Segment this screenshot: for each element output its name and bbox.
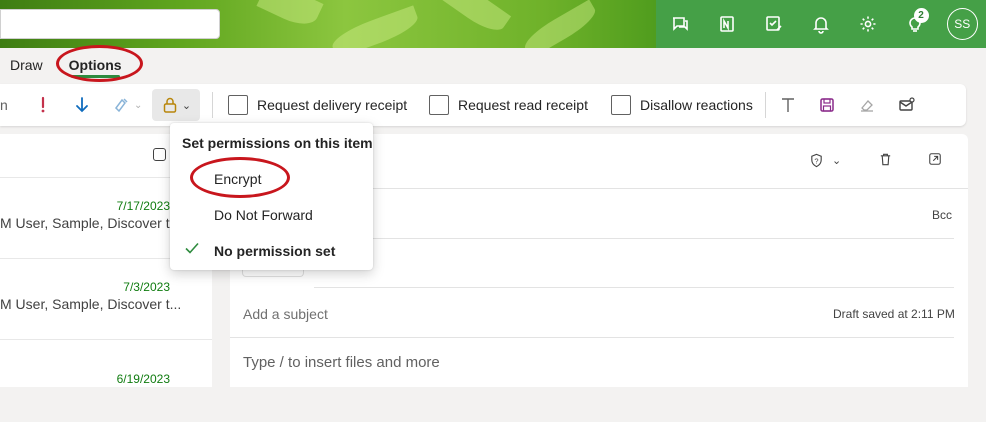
search-input[interactable] [0,9,220,39]
chevron-down-icon: ⌄ [832,155,842,167]
sensitivity-icon[interactable]: ⌄ [113,84,142,126]
request-read-receipt-checkbox[interactable]: Request read receipt [429,84,588,126]
ribbon-tabs: Draw Options [0,48,986,82]
delete-icon[interactable] [878,152,893,172]
banner-decoration [519,0,601,48]
onenote-icon[interactable] [703,0,750,48]
menu-item-do-not-forward[interactable]: Do Not Forward [214,207,313,223]
checkbox-box[interactable] [429,95,449,115]
partial-icon: n [0,97,8,113]
tab-draw[interactable]: Draw [0,48,53,82]
disallow-reactions-checkbox[interactable]: Disallow reactions [611,84,753,126]
top-banner: 2 SS [0,0,986,48]
request-delivery-receipt-checkbox[interactable]: Request delivery receipt [228,84,407,126]
request-delivery-receipt-label: Request delivery receipt [257,97,408,113]
eraser-icon[interactable] [858,84,876,126]
body-input[interactable]: Type / to insert files and more [243,354,440,371]
banner-decoration [328,5,422,48]
banner-decoration [256,0,324,32]
avatar[interactable]: SS [946,8,978,40]
header-actions: 2 SS [656,0,986,48]
divider [765,92,766,118]
list-item[interactable]: 6/19/2023 [0,342,212,422]
checkbox-box[interactable] [611,95,631,115]
gear-icon[interactable] [844,0,891,48]
low-importance-icon[interactable] [73,84,91,126]
request-read-receipt-label: Request read receipt [458,97,588,113]
svg-text:?: ? [814,156,818,165]
subject-input[interactable]: Add a subject [243,306,328,322]
draft-status: Draft saved at 2:11 PM [833,307,955,321]
divider [314,287,954,288]
help-icon[interactable]: ? ⌄ [809,153,841,168]
high-importance-icon[interactable] [34,84,52,126]
text-format-icon[interactable] [779,84,797,126]
disallow-reactions-label: Disallow reactions [640,97,753,113]
mail-date: 6/19/2023 [116,372,170,386]
checkbox-box[interactable] [228,95,248,115]
mail-from: M User, Sample, Discover t... [0,296,182,312]
list-item[interactable]: 7/3/2023 M User, Sample, Discover t... [0,260,212,340]
select-icon[interactable] [153,148,166,161]
chat-icon[interactable] [656,0,703,48]
mail-date: 7/17/2023 [116,199,170,213]
divider [212,92,213,118]
pop-out-icon[interactable] [928,152,942,171]
ribbon-toolbar: n ⌄ ⌄ Request delivery receipt Request r… [0,84,966,126]
permissions-menu: Set permissions on this item Encrypt Do … [170,123,373,270]
bell-icon[interactable] [797,0,844,48]
chevron-down-icon: ⌄ [181,99,192,112]
mail-date: 7/3/2023 [123,280,170,294]
todo-icon[interactable] [750,0,797,48]
envelope-gear-icon[interactable] [898,84,916,126]
lock-icon [163,97,177,113]
encrypt-button[interactable]: ⌄ [152,89,200,121]
annotation-circle-options [56,45,143,82]
checkmark-icon [184,240,200,261]
menu-item-no-permission[interactable]: No permission set [214,243,335,259]
annotation-circle-encrypt [190,157,290,198]
permissions-menu-title: Set permissions on this item [182,135,373,151]
mail-from: M User, Sample, Discover t... [0,215,182,231]
divider [230,337,954,338]
banner-decoration [438,0,512,38]
lightbulb-icon[interactable]: 2 [891,0,938,48]
notification-badge: 2 [913,8,929,23]
bcc-button[interactable]: Bcc [932,208,952,222]
save-icon[interactable] [818,84,836,126]
